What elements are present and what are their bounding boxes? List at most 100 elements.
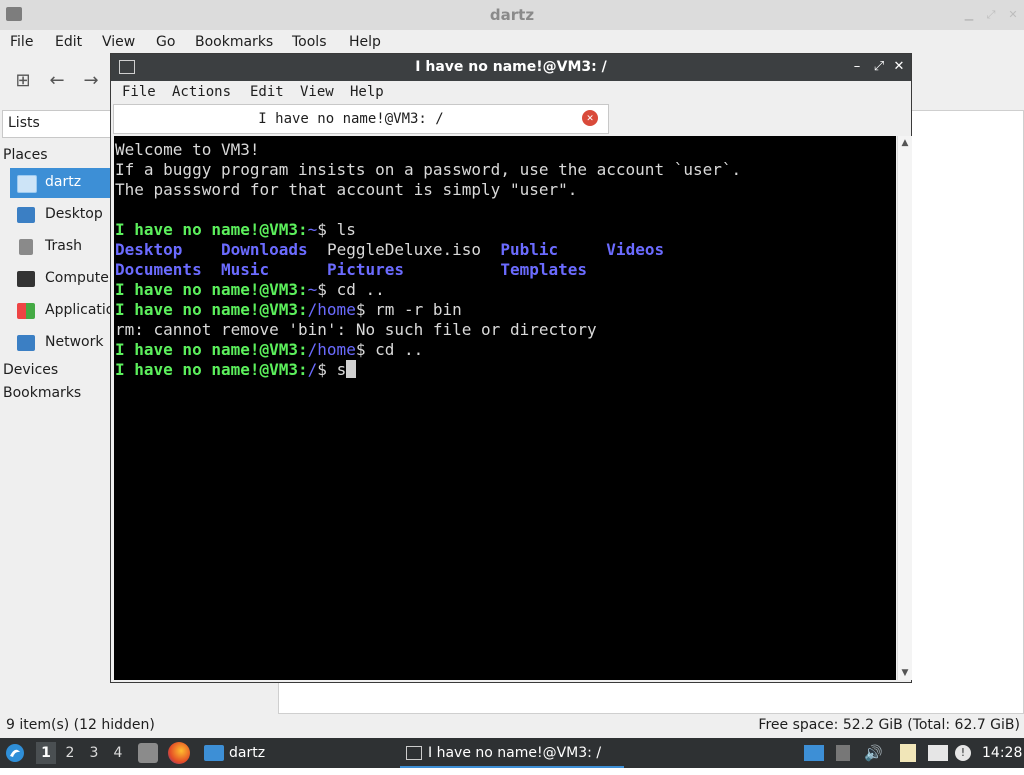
side-pane-mode-select[interactable]: Lists [2,110,124,138]
sidebar-item-applications[interactable]: Applications [10,296,131,326]
show-desktop-icon[interactable] [138,743,158,763]
computer-icon [17,271,35,287]
tab-close-icon[interactable]: ✕ [582,110,598,126]
menu-help[interactable]: Help [349,34,381,50]
command-text: $ s [317,360,347,379]
term-menu-actions[interactable]: Actions [172,84,231,100]
prompt-user: I have no name!@VM3: [115,220,308,239]
menu-go[interactable]: Go [156,34,175,50]
file-manager-menubar: File Edit View Go Bookmarks Tools Help [0,30,1024,54]
status-free-space: Free space: 52.2 GiB (Total: 62.7 GiB) [758,717,1020,733]
sidebar-item-desktop[interactable]: Desktop [10,200,112,230]
command-text: $ cd .. [355,340,424,359]
sidebar-item-network[interactable]: Network [10,328,112,358]
sidebar-item-label: Desktop [45,206,103,222]
terminal-line: The passsword for that account is simply… [115,180,578,199]
terminal-window: I have no name!@VM3: / – ⤢ ✕ File Action… [110,53,912,683]
desktop-icon [17,207,35,223]
ls-entry-pictures: Pictures [326,260,404,279]
applications-icon [17,303,35,319]
term-menu-view[interactable]: View [300,84,334,100]
ls-entry-downloads: Downloads [220,240,308,259]
task-label: dartz [229,745,266,761]
sidebar-item-label: Trash [45,238,82,254]
terminal-line: If a buggy program insists on a password… [115,160,742,179]
terminal-icon [406,746,422,760]
task-dartz[interactable]: dartz [204,738,394,768]
workspace-1[interactable]: 1 [36,742,56,764]
close-icon[interactable]: ✕ [1006,8,1020,22]
ls-entry-documents: Documents [115,260,202,279]
menu-bookmarks[interactable]: Bookmarks [195,34,273,50]
maximize-icon[interactable]: ⤢ [984,8,998,22]
term-menu-file[interactable]: File [122,84,156,100]
terminal-screen[interactable]: Welcome to VM3! If a buggy program insis… [114,136,896,680]
terminal-title: I have no name!@VM3: / [415,59,607,75]
prompt-path: ~ [307,220,318,239]
sidebar-item-computer[interactable]: Computer [10,264,115,294]
window-title: dartz [489,6,535,24]
scroll-down-icon[interactable]: ▼ [898,668,912,678]
trash-icon [19,239,33,255]
maximize-icon[interactable]: ⤢ [871,58,887,76]
sidebar-item-dartz[interactable]: dartz [10,168,112,198]
ls-entry-iso: PeggleDeluxe.iso [326,240,482,259]
firefox-icon[interactable] [168,742,190,764]
sidebar-item-trash[interactable]: Trash [10,232,112,262]
devices-header[interactable]: Devices [3,362,58,378]
scroll-up-icon[interactable]: ▲ [898,138,912,148]
terminal-menubar: File Actions Edit View Help [111,81,911,103]
screen-icon[interactable] [804,745,824,761]
update-notifier-icon[interactable]: ! [955,745,971,761]
start-menu-button[interactable] [4,738,28,768]
term-menu-help[interactable]: Help [350,84,384,100]
close-icon[interactable]: ✕ [891,58,907,76]
ls-entry-templates: Templates [500,260,588,279]
sidebar-item-label: Network [45,334,104,350]
command-text: $ ls [317,220,356,239]
network-icon [17,335,35,351]
command-text: $ rm -r bin [355,300,462,319]
term-menu-edit[interactable]: Edit [250,84,284,100]
minimize-icon[interactable]: ▁ [962,8,976,22]
terminal-tab[interactable]: I have no name!@VM3: / ✕ [113,104,609,134]
network-status-icon[interactable] [928,745,948,761]
minimize-icon[interactable]: – [849,58,865,76]
terminal-line: Welcome to VM3! [115,140,260,159]
ls-entry-videos: Videos [606,240,665,259]
prompt-path: /home [307,340,356,359]
sidebar-item-label: Computer [45,270,115,286]
prompt-user: I have no name!@VM3: [115,340,308,359]
prompt-path: /home [307,300,356,319]
back-arrow-icon[interactable]: ← [46,70,68,92]
task-terminal[interactable]: I have no name!@VM3: / [400,738,624,768]
terminal-tab-label: I have no name!@VM3: / [258,111,444,127]
command-text: $ cd .. [317,280,385,299]
prompt-user: I have no name!@VM3: [115,360,308,379]
taskbar: 1 2 3 4 dartz I have no name!@VM3: / 🔊 !… [0,738,1024,768]
terminal-titlebar[interactable]: I have no name!@VM3: / – ⤢ ✕ [111,54,911,81]
ls-entry-desktop: Desktop [115,240,183,259]
notes-icon[interactable] [900,744,916,762]
file-manager-titlebar[interactable]: dartz ▁ ⤢ ✕ [0,0,1024,30]
forward-arrow-icon[interactable]: → [80,70,102,92]
workspace-4[interactable]: 4 [108,742,128,764]
menu-file[interactable]: File [10,34,33,50]
prompt-user: I have no name!@VM3: [115,280,308,299]
new-tab-icon[interactable]: ⊞ [12,70,34,92]
bookmarks-header[interactable]: Bookmarks [3,385,81,401]
terminal-scrollbar[interactable]: ▲ ▼ [897,136,912,680]
clipboard-icon[interactable] [836,745,850,761]
places-sidebar: Places dartz Desktop Trash Computer Appl… [0,140,131,710]
side-pane-mode-label: Lists [8,115,40,131]
folder-icon [204,745,224,761]
volume-icon[interactable]: 🔊 [864,745,883,761]
menu-edit[interactable]: Edit [55,34,82,50]
workspace-3[interactable]: 3 [84,742,104,764]
workspace-2[interactable]: 2 [60,742,80,764]
text-cursor [346,360,357,378]
menu-tools[interactable]: Tools [292,34,327,50]
clock[interactable]: 14:28 [982,738,1022,768]
menu-view[interactable]: View [102,34,135,50]
terminal-output: Welcome to VM3! If a buggy program insis… [114,136,896,380]
